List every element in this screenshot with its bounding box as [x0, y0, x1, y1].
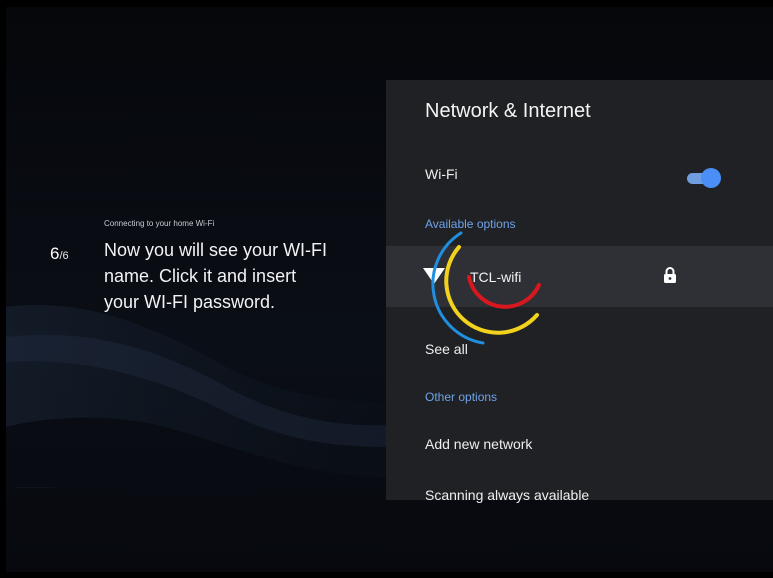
lock-icon	[664, 267, 676, 283]
step-instruction: Now you will see your WI-FI name. Click …	[104, 240, 328, 312]
step-total: /6	[59, 250, 69, 262]
wifi-icon	[423, 268, 445, 284]
add-new-network-item[interactable]: Add new network	[425, 436, 532, 452]
scanning-always-available-item[interactable]: Scanning always available	[425, 487, 589, 503]
step-caption: Connecting to your home Wi-Fi	[104, 219, 215, 228]
step-counter: 6/6	[50, 244, 69, 264]
available-options-header: Available options	[425, 217, 516, 231]
wifi-toggle[interactable]	[687, 168, 721, 188]
toggle-knob	[701, 168, 721, 188]
network-settings-panel: Network & Internet Wi-Fi Available optio…	[386, 80, 773, 503]
tv-screen: Connecting to your home Wi-Fi 6/6 Now yo…	[6, 7, 773, 572]
page-title: Network & Internet	[425, 100, 591, 122]
network-name: TCL-wifi	[470, 269, 522, 285]
network-row-tcl-wifi[interactable]: TCL-wifi	[386, 246, 773, 307]
wifi-label: Wi-Fi	[425, 166, 458, 182]
fine-print: ·····························	[16, 485, 55, 490]
see-all-link[interactable]: See all	[425, 341, 468, 357]
other-options-header: Other options	[425, 390, 498, 404]
